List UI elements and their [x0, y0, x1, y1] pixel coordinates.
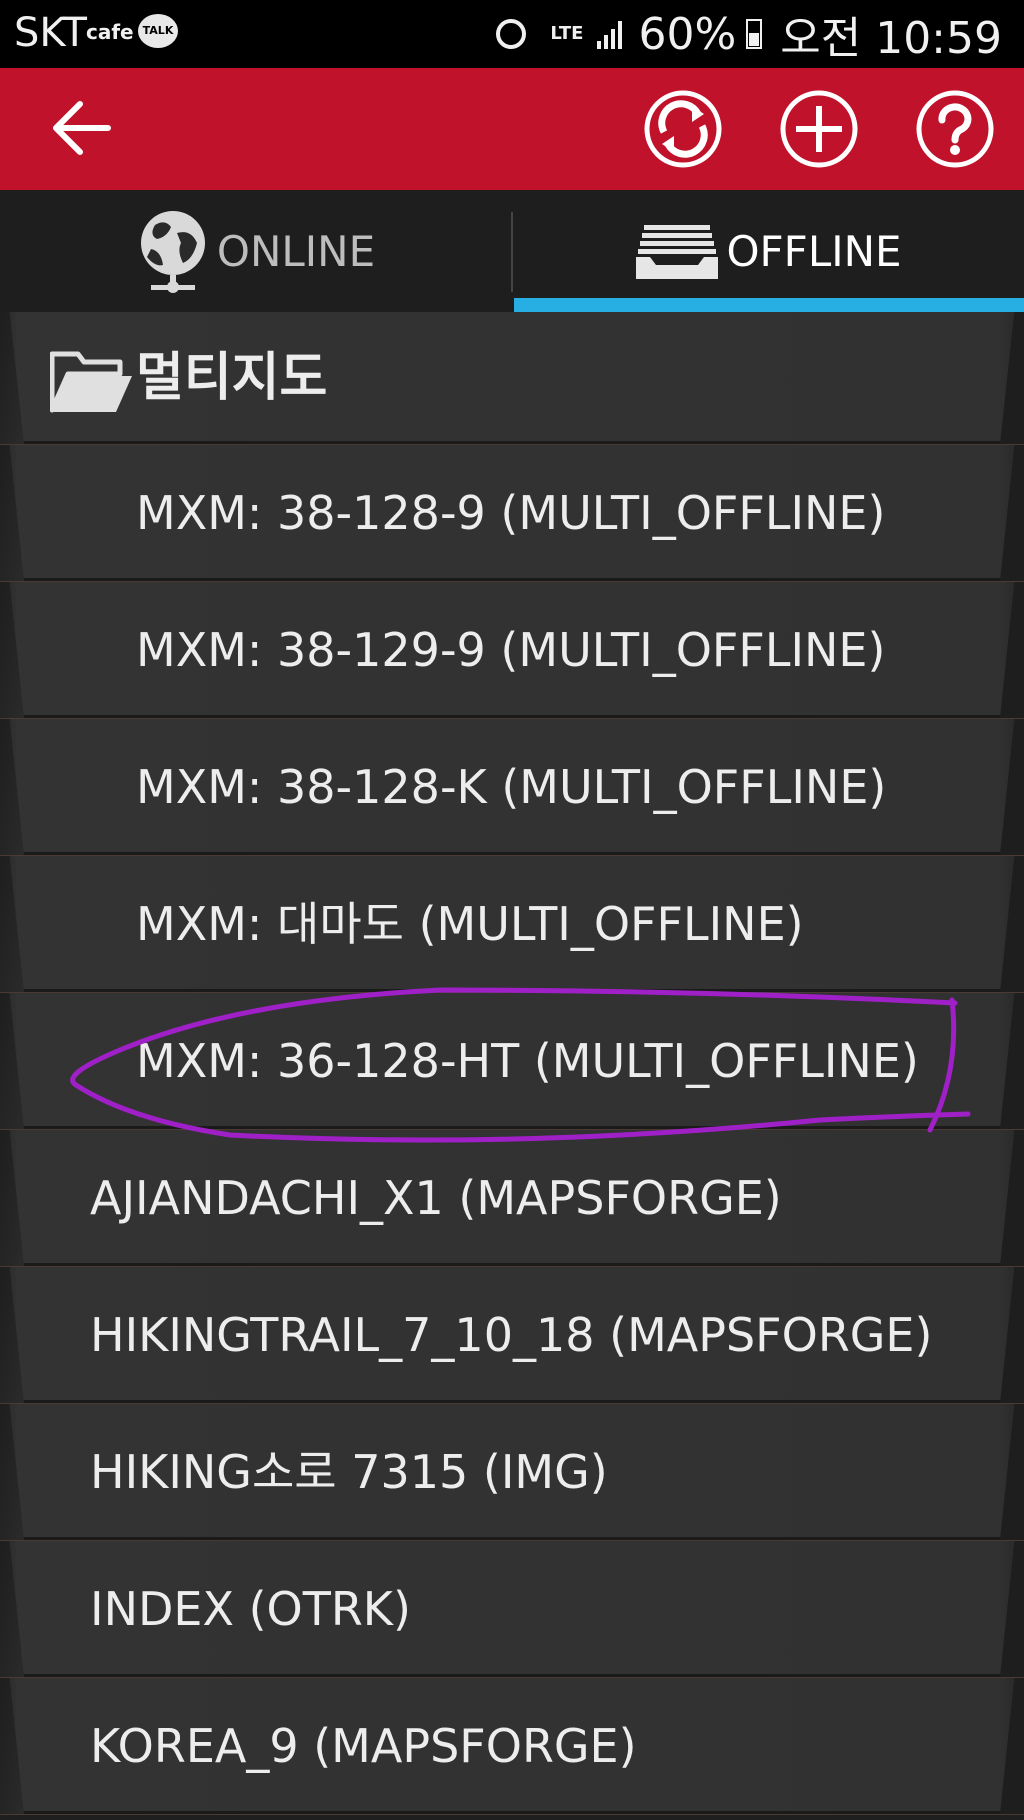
list-item[interactable]: AJIANDACHI_X1 (MAPSFORGE) [0, 1130, 1024, 1267]
selected-tab-indicator [514, 298, 1024, 312]
tab-bar: ONLINE OFFLINE [0, 190, 1024, 312]
status-bar: SKT cafe TALK LTE 60% 오전 10:59 [0, 0, 1024, 68]
list-item-label: KOREA_9 (MAPSFORGE) [90, 1719, 637, 1773]
battery-percent: 60% [638, 8, 737, 60]
list-item[interactable]: HIKING소로 7315 (IMG) [0, 1404, 1024, 1541]
list-item-label: MXM: 대마도 (MULTI_OFFLINE) [136, 897, 804, 951]
list-item[interactable]: HIKINGTRAIL_7_10_18 (MAPSFORGE) [0, 1267, 1024, 1404]
signal-icon [597, 19, 623, 49]
carrier-label: SKT [14, 10, 87, 56]
list-item[interactable]: INDEX (OTRK) [0, 1541, 1024, 1678]
help-icon[interactable] [914, 88, 996, 170]
talk-notification-icon: TALK [138, 14, 178, 48]
list-item-label: MXM: 36-128-HT (MULTI_OFFLINE) [136, 1034, 919, 1088]
list-item-label: MXM: 38-129-9 (MULTI_OFFLINE) [136, 623, 886, 677]
tab-online[interactable]: ONLINE [0, 190, 512, 312]
clock: 오전 10:59 [780, 13, 1002, 64]
sync-icon[interactable] [642, 88, 724, 170]
battery-icon [746, 19, 763, 49]
network-type-label: LTE [550, 23, 584, 44]
folder-row[interactable]: 멀티지도 [0, 312, 1024, 445]
tab-offline-label: OFFLINE [726, 226, 902, 276]
tab-offline[interactable]: OFFLINE [514, 190, 1024, 312]
list-item[interactable]: MXM: 대마도 (MULTI_OFFLINE) [0, 856, 1024, 993]
list-item-label: MXM: 38-128-K (MULTI_OFFLINE) [136, 760, 887, 814]
cafe-notification-label: cafe [86, 20, 134, 44]
alarm-icon [496, 19, 527, 49]
list-item[interactable]: KOREA_9 (MAPSFORGE) [0, 1678, 1024, 1815]
tab-divider [511, 212, 513, 292]
folder-label: 멀티지도 [136, 348, 328, 408]
tab-online-label: ONLINE [216, 226, 376, 276]
list-item[interactable]: MXM: 38-129-9 (MULTI_OFFLINE) [0, 582, 1024, 719]
list-item[interactable]: MXM: 38-128-K (MULTI_OFFLINE) [0, 719, 1024, 856]
app-toolbar [0, 68, 1024, 190]
folder-icon [50, 351, 132, 413]
back-arrow-icon[interactable] [48, 98, 114, 158]
add-icon[interactable] [778, 88, 860, 170]
list-item[interactable]: MXM: 38-128-9 (MULTI_OFFLINE) [0, 445, 1024, 582]
list-item-label: MXM: 38-128-9 (MULTI_OFFLINE) [136, 486, 886, 540]
list-item-label: HIKING소로 7315 (IMG) [90, 1445, 608, 1499]
list-item-label: INDEX (OTRK) [90, 1582, 411, 1636]
list-item-label: HIKINGTRAIL_7_10_18 (MAPSFORGE) [90, 1308, 933, 1362]
offline-stack-icon [636, 225, 719, 279]
globe-icon [140, 211, 205, 293]
map-list: 멀티지도 MXM: 38-128-9 (MULTI_OFFLINE) MXM: … [0, 312, 1024, 1815]
list-item[interactable]: MXM: 36-128-HT (MULTI_OFFLINE) [0, 993, 1024, 1130]
list-item-label: AJIANDACHI_X1 (MAPSFORGE) [90, 1171, 782, 1225]
